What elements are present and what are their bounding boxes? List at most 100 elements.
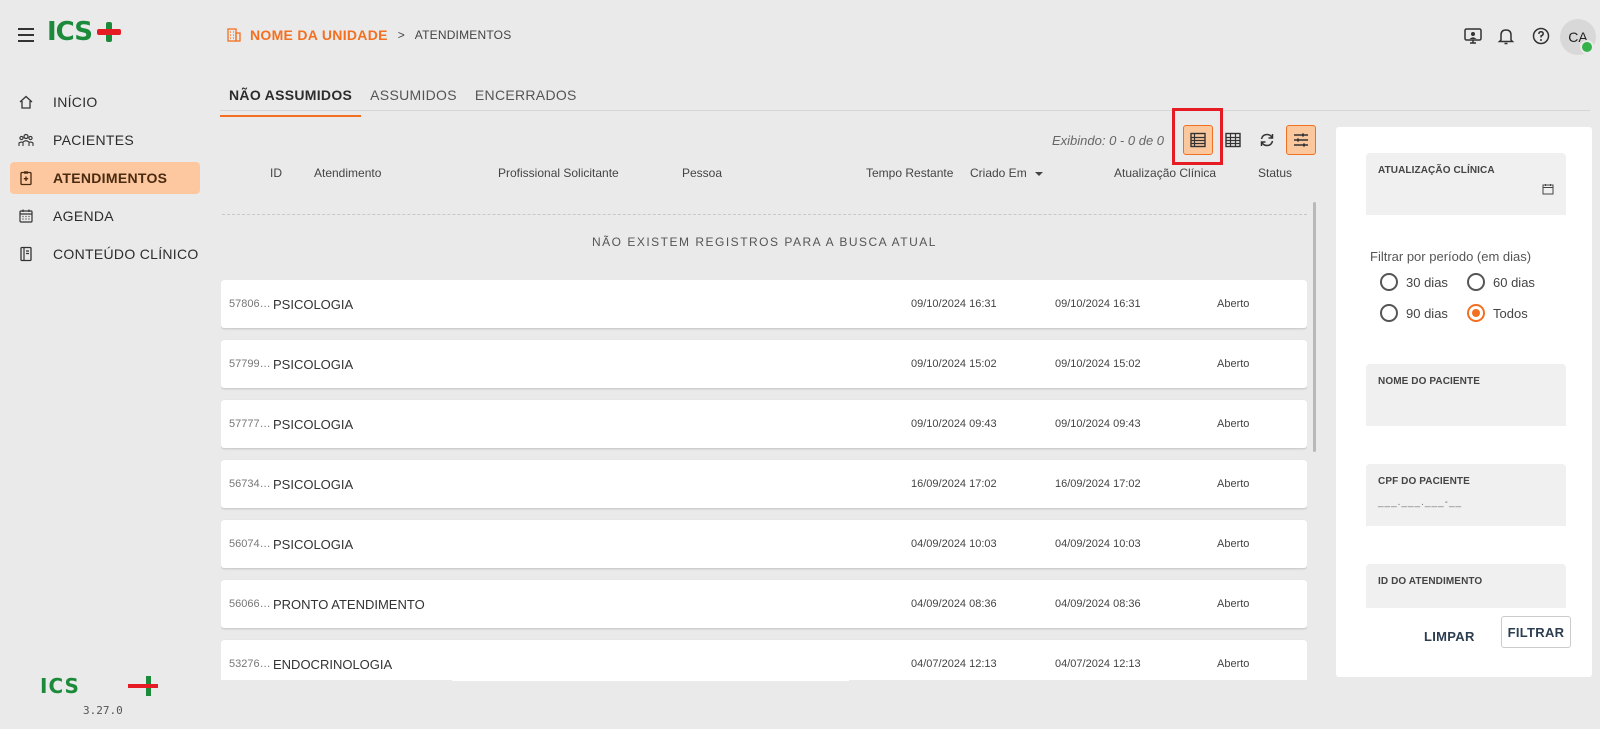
people-icon bbox=[18, 133, 34, 146]
row-id: 56734… bbox=[229, 478, 271, 490]
row-id: 56066… bbox=[229, 598, 271, 610]
radio-circle-icon bbox=[1380, 273, 1398, 291]
row-atendimento: PSICOLOGIA bbox=[273, 477, 354, 492]
row-tempo-restante: 09/10/2024 15:02 bbox=[911, 358, 997, 370]
row-criado-em: 04/09/2024 08:36 bbox=[1055, 598, 1141, 610]
row-id: 56074… bbox=[229, 538, 271, 550]
logo-cross-icon bbox=[97, 22, 121, 42]
sidebar-item-atendimentos[interactable]: ATENDIMENTOS bbox=[10, 162, 200, 194]
list-view-icon bbox=[1190, 132, 1206, 148]
radio-90-dias[interactable]: 90 dias bbox=[1380, 304, 1448, 322]
row-status: Aberto bbox=[1217, 538, 1250, 550]
online-status-icon bbox=[1580, 40, 1594, 54]
row-status: Aberto bbox=[1217, 298, 1250, 310]
calendar-icon bbox=[19, 209, 33, 223]
menu-icon[interactable] bbox=[18, 28, 34, 42]
clipboard-icon bbox=[20, 171, 32, 186]
breadcrumb-separator: > bbox=[397, 28, 405, 42]
patient-cpf-field[interactable]: CPF DO PACIENTE ___.___.___-__ bbox=[1366, 464, 1566, 526]
row-atendimento: PRONTO ATENDIMENTO bbox=[273, 597, 425, 612]
column-atualizacao-clinica[interactable]: Atualização Clínica bbox=[1114, 166, 1216, 180]
radio-todos[interactable]: Todos bbox=[1467, 304, 1528, 322]
column-tempo-restante[interactable]: Tempo Restante bbox=[866, 166, 953, 180]
refresh-button[interactable] bbox=[1252, 125, 1282, 155]
breadcrumb-current: ATENDIMENTOS bbox=[414, 28, 512, 42]
clinical-update-date-field[interactable]: ATUALIZAÇÃO CLÍNICA bbox=[1366, 153, 1566, 215]
row-tempo-restante: 04/09/2024 08:36 bbox=[911, 598, 997, 610]
ics-logo[interactable]: ICS bbox=[47, 18, 121, 54]
row-atendimento: PSICOLOGIA bbox=[273, 297, 354, 312]
list-item[interactable]: 57799… PSICOLOGIA 09/10/2024 15:02 09/10… bbox=[221, 340, 1307, 388]
vertical-scrollbar[interactable] bbox=[1313, 202, 1316, 452]
row-criado-em: 04/09/2024 10:03 bbox=[1055, 538, 1141, 550]
header-divider bbox=[222, 214, 1307, 215]
filter-panel: ATUALIZAÇÃO CLÍNICA Filtrar por período … bbox=[1336, 127, 1592, 677]
period-filter-label: Filtrar por período (em dias) bbox=[1370, 249, 1532, 264]
row-id: 57777… bbox=[229, 418, 271, 430]
column-criado-em-label: Criado Em bbox=[970, 166, 1027, 180]
row-tempo-restante: 16/09/2024 17:02 bbox=[911, 478, 997, 490]
attendance-id-field[interactable]: ID DO ATENDIMENTO bbox=[1366, 564, 1566, 608]
bell-icon[interactable] bbox=[1496, 26, 1516, 46]
row-atendimento: ENDOCRINOLOGIA bbox=[273, 657, 393, 672]
row-criado-em: 04/07/2024 12:13 bbox=[1055, 658, 1141, 670]
footer-logo: ICS bbox=[40, 676, 170, 702]
calendar-icon[interactable] bbox=[1542, 183, 1554, 195]
column-criado-em[interactable]: Criado Em bbox=[970, 166, 1044, 180]
sidebar-item-pacientes[interactable]: PACIENTES bbox=[10, 124, 200, 156]
radio-60-dias[interactable]: 60 dias bbox=[1467, 273, 1535, 291]
patient-name-field[interactable]: NOME DO PACIENTE bbox=[1366, 364, 1566, 426]
row-tempo-restante: 09/10/2024 09:43 bbox=[911, 418, 997, 430]
breadcrumb-unit[interactable]: NOME DA UNIDADE bbox=[250, 27, 388, 43]
refresh-icon bbox=[1260, 133, 1274, 147]
sidebar-item-agenda[interactable]: AGENDA bbox=[10, 200, 200, 232]
row-status: Aberto bbox=[1217, 358, 1250, 370]
sidebar-item-conteudo-clinico[interactable]: CONTEÚDO CLÍNICO bbox=[10, 238, 200, 270]
row-status: Aberto bbox=[1217, 658, 1250, 670]
horizontal-scrollbar[interactable] bbox=[452, 678, 849, 681]
list-item[interactable]: 56066… PRONTO ATENDIMENTO 04/09/2024 08:… bbox=[221, 580, 1307, 628]
column-atendimento[interactable]: Atendimento bbox=[314, 166, 381, 180]
row-tempo-restante: 04/09/2024 10:03 bbox=[911, 538, 997, 550]
empty-message: NÃO EXISTEM REGISTROS PARA A BUSCA ATUAL bbox=[592, 235, 937, 249]
tab-encerrados[interactable]: ENCERRADOS bbox=[466, 84, 586, 117]
list-item[interactable]: 57777… PSICOLOGIA 09/10/2024 09:43 09/10… bbox=[221, 400, 1307, 448]
grid-view-button[interactable] bbox=[1218, 125, 1248, 155]
tab-assumidos[interactable]: ASSUMIDOS bbox=[361, 84, 466, 117]
list-item[interactable]: 56074… PSICOLOGIA 04/09/2024 10:03 04/09… bbox=[221, 520, 1307, 568]
breadcrumb: NOME DA UNIDADE > ATENDIMENTOS bbox=[226, 27, 511, 43]
tabs: NÃO ASSUMIDOS ASSUMIDOS ENCERRADOS bbox=[220, 84, 586, 117]
clear-button[interactable]: LIMPAR bbox=[1424, 629, 1475, 644]
column-id[interactable]: ID bbox=[270, 166, 282, 180]
row-status: Aberto bbox=[1217, 478, 1250, 490]
attendance-list: 57806… PSICOLOGIA 09/10/2024 16:31 09/10… bbox=[221, 280, 1307, 680]
radio-circle-icon bbox=[1380, 304, 1398, 322]
row-atendimento: PSICOLOGIA bbox=[273, 417, 354, 432]
column-profissional[interactable]: Profissional Solicitante bbox=[498, 166, 619, 180]
list-item[interactable]: 57806… PSICOLOGIA 09/10/2024 16:31 09/10… bbox=[221, 280, 1307, 328]
radio-circle-icon bbox=[1467, 273, 1485, 291]
column-pessoa[interactable]: Pessoa bbox=[682, 166, 722, 180]
tab-nao-assumidos[interactable]: NÃO ASSUMIDOS bbox=[220, 84, 362, 117]
radio-30-dias[interactable]: 30 dias bbox=[1380, 273, 1448, 291]
filter-button[interactable]: FILTRAR bbox=[1501, 616, 1571, 648]
radio-selected-icon bbox=[1467, 304, 1485, 322]
building-icon bbox=[227, 28, 241, 42]
cpf-mask: ___.___.___-__ bbox=[1378, 497, 1463, 508]
row-status: Aberto bbox=[1217, 418, 1250, 430]
list-view-button[interactable] bbox=[1183, 125, 1213, 155]
footer-logo-cross-icon bbox=[128, 676, 168, 696]
book-icon bbox=[20, 246, 32, 262]
sidebar-item-inicio[interactable]: INÍCIO bbox=[10, 86, 200, 118]
filter-toggle-button[interactable] bbox=[1286, 125, 1316, 155]
app-version: 3.27.0 bbox=[83, 704, 123, 717]
column-status[interactable]: Status bbox=[1258, 166, 1292, 180]
sidebar-nav: INÍCIO PACIENTES ATENDIMENTOS AGENDA CON… bbox=[10, 86, 200, 276]
help-icon[interactable] bbox=[1531, 26, 1551, 46]
video-call-icon[interactable] bbox=[1463, 26, 1483, 46]
list-item[interactable]: 53276… ENDOCRINOLOGIA 04/07/2024 12:13 0… bbox=[221, 640, 1307, 680]
list-item[interactable]: 56734… PSICOLOGIA 16/09/2024 17:02 16/09… bbox=[221, 460, 1307, 508]
row-criado-em: 16/09/2024 17:02 bbox=[1055, 478, 1141, 490]
row-status: Aberto bbox=[1217, 598, 1250, 610]
sort-down-icon bbox=[1035, 171, 1044, 176]
